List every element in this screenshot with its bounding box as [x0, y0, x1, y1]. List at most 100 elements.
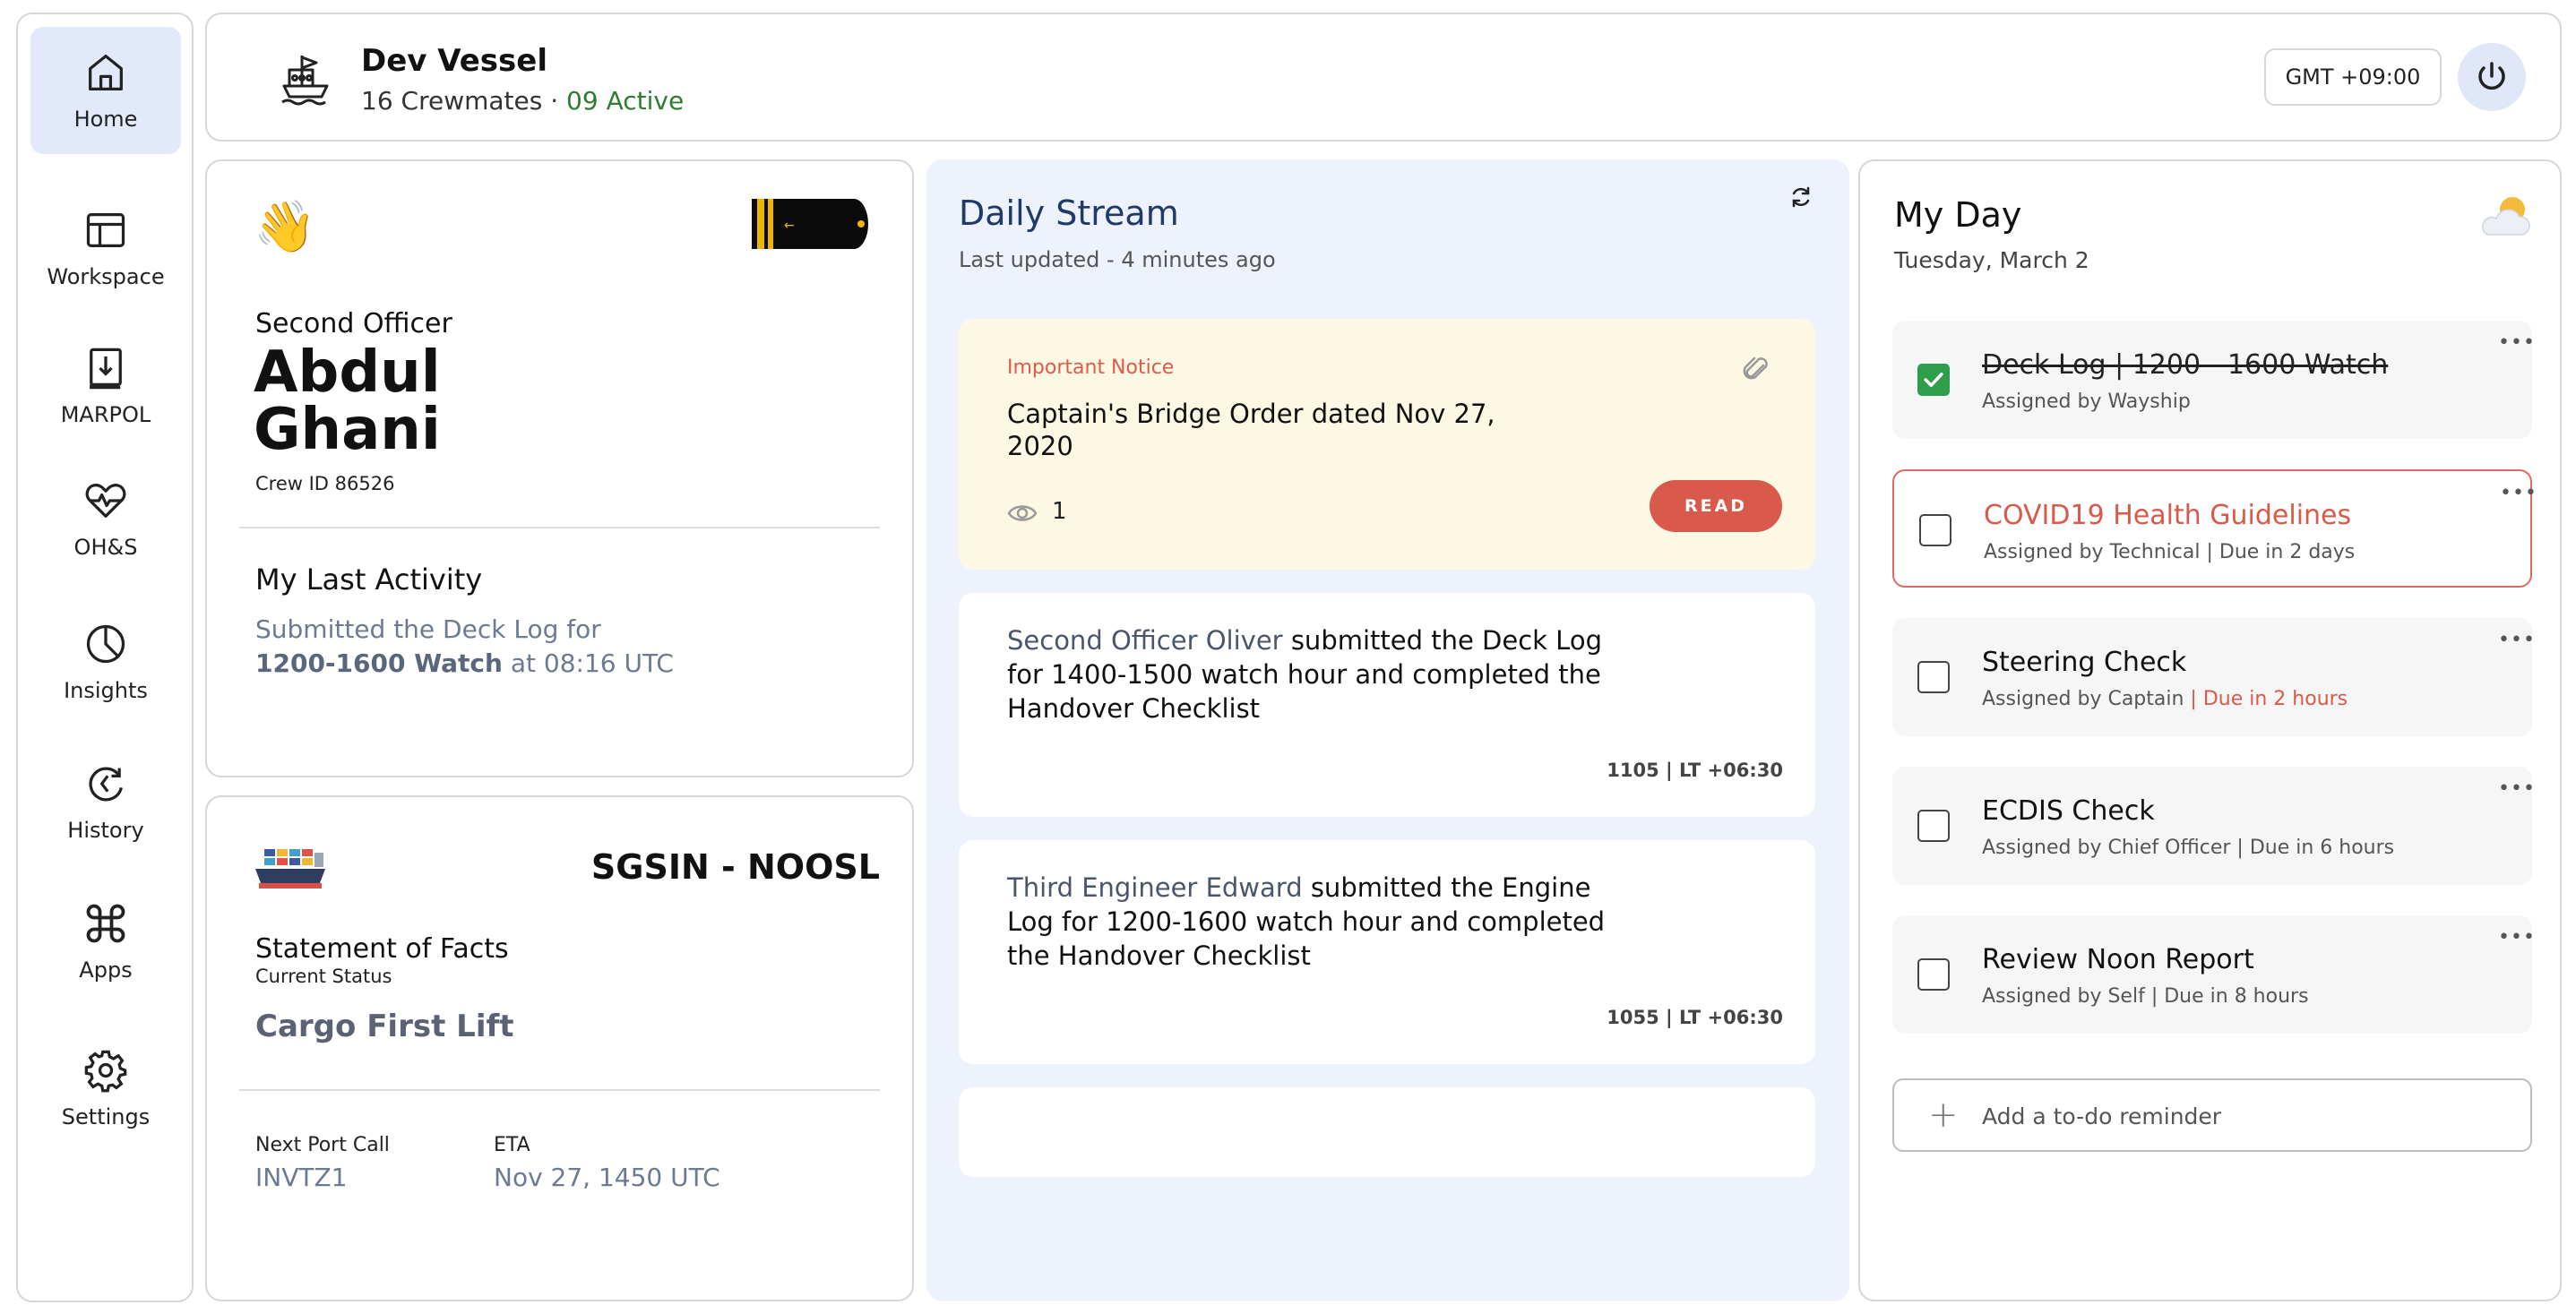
my-day-panel: My Day Tuesday, March 2 Deck Log | 1200 … — [1858, 159, 2562, 1301]
wave-emoji: 👋 — [254, 198, 316, 256]
history-icon — [89, 767, 123, 802]
gear-icon — [84, 1050, 127, 1093]
task-assigned: Assigned by Captain — [1982, 688, 2184, 710]
activity-actor: Second Officer Oliver — [1007, 625, 1283, 656]
sidebar-item-label: History — [67, 818, 144, 843]
ship-icon — [281, 56, 329, 106]
command-icon — [86, 904, 125, 943]
activity-text: Third Engineer Edward submitted the Engi… — [1007, 871, 1625, 973]
rank-epaulette-icon: ← — [752, 199, 868, 249]
attachment-icon[interactable] — [1740, 353, 1772, 385]
task-item[interactable]: Steering Check Assigned by Captain | Due… — [1892, 618, 2535, 736]
crew-summary: 16 Crewmates · 09 Active — [361, 86, 684, 116]
partly-cloudy-icon — [2482, 197, 2530, 236]
notice-label: Important Notice — [1007, 356, 1175, 379]
task-subtitle: Assigned by Captain | Due in 2 hours — [1982, 688, 2348, 710]
active-count: 09 Active — [566, 86, 685, 116]
current-status: Cargo First Lift — [255, 1009, 514, 1044]
stream-updated: Last updated - 4 minutes ago — [959, 247, 1276, 272]
top-header: Dev Vessel 16 Crewmates · 09 Active GMT … — [205, 13, 2562, 142]
sidebar-item-marpol[interactable]: MARPOL — [30, 322, 181, 450]
activity-card-empty — [959, 1087, 1815, 1177]
sidebar-item-settings[interactable]: Settings — [30, 1025, 181, 1152]
activity-time: 1055 | LT +06:30 — [1607, 1007, 1783, 1028]
sidebar-item-apps[interactable]: Apps — [30, 878, 181, 1005]
activity-text: Second Officer Oliver submitted the Deck… — [1007, 623, 1625, 725]
power-button[interactable] — [2458, 43, 2526, 111]
task-assigned: Assigned by Chief Officer — [1982, 837, 2231, 859]
eta-value: Nov 27, 1450 UTC — [494, 1163, 720, 1192]
refresh-icon[interactable] — [1787, 183, 1815, 211]
notice-text: Captain's Bridge Order dated Nov 27, 202… — [1007, 399, 1495, 461]
task-title: Steering Check — [1982, 647, 2187, 678]
svg-text:←: ← — [784, 219, 795, 233]
more-options-icon[interactable]: ••• — [2498, 333, 2536, 353]
activity-time: 1105 | LT +06:30 — [1607, 760, 1783, 781]
task-item[interactable]: Deck Log | 1200 - 1600 Watch Assigned by… — [1892, 321, 2535, 439]
task-item[interactable]: ECDIS Check Assigned by Chief Officer | … — [1892, 767, 2535, 885]
task-title: COVID19 Health Guidelines — [1984, 500, 2352, 531]
task-assigned: Assigned by Self — [1982, 985, 2145, 1008]
sidebar-item-ohs[interactable]: OH&S — [30, 455, 181, 582]
sidebar-item-label: MARPOL — [60, 402, 151, 427]
home-icon — [89, 54, 123, 91]
activity-prefix: Submitted the Deck Log for — [255, 614, 601, 644]
task-item[interactable]: COVID19 Health Guidelines Assigned by Te… — [1892, 469, 2537, 588]
more-options-icon[interactable]: ••• — [2500, 484, 2537, 503]
last-activity-title: My Last Activity — [255, 562, 483, 597]
officer-name: Abdul Ghani — [254, 344, 441, 459]
stream-title: Daily Stream — [959, 193, 1179, 233]
first-name: Abdul — [254, 339, 441, 406]
activity-card[interactable]: Third Engineer Edward submitted the Engi… — [959, 840, 1815, 1064]
task-title: Deck Log | 1200 - 1600 Watch — [1982, 349, 2389, 381]
task-subtitle: Assigned by Technical | Due in 2 days — [1984, 541, 2355, 563]
add-todo-field[interactable]: + — [1892, 1078, 2532, 1152]
read-button[interactable]: READ — [1650, 480, 1782, 532]
task-checkbox[interactable] — [1919, 514, 1951, 546]
sidebar-item-history[interactable]: History — [30, 738, 181, 865]
next-port-value: INVTZ1 — [255, 1163, 348, 1192]
task-title: ECDIS Check — [1982, 795, 2155, 827]
divider — [239, 527, 880, 528]
cargo-ship-icon — [255, 849, 325, 889]
activity-actor: Third Engineer Edward — [1007, 872, 1303, 903]
my-day-date: Tuesday, March 2 — [1894, 247, 2089, 273]
activity-card[interactable]: Second Officer Oliver submitted the Deck… — [959, 593, 1815, 817]
next-port-label: Next Port Call — [255, 1134, 390, 1156]
task-checkbox[interactable] — [1917, 661, 1950, 693]
sidebar-item-insights[interactable]: Insights — [30, 598, 181, 725]
task-item[interactable]: Review Noon Report Assigned by Self | Du… — [1892, 915, 2535, 1034]
task-assigned: Assigned by Technical — [1984, 541, 2201, 563]
crew-id: Crew ID 86526 — [255, 473, 395, 494]
more-options-icon[interactable]: ••• — [2498, 631, 2536, 650]
last-activity-text: Submitted the Deck Log for 1200-1600 Wat… — [255, 613, 757, 681]
last-name: Ghani — [254, 397, 441, 463]
sidebar-item-label: Home — [73, 107, 138, 132]
profile-card: 👋 ← Second Officer Abdul Ghani Crew ID 8… — [205, 159, 914, 777]
my-day-title: My Day — [1894, 195, 2022, 235]
task-checkbox[interactable] — [1917, 958, 1950, 991]
daily-stream: Daily Stream Last updated - 4 minutes ag… — [926, 159, 1849, 1301]
more-options-icon[interactable]: ••• — [2498, 928, 2536, 948]
timezone-button[interactable]: GMT +09:00 — [2264, 48, 2442, 106]
sidebar-item-home[interactable]: Home — [30, 27, 181, 154]
sidebar-item-workspace[interactable]: Workspace — [30, 185, 181, 312]
vessel-name: Dev Vessel — [361, 43, 547, 79]
sidebar-item-label: Settings — [61, 1104, 151, 1129]
heart-pulse-icon — [85, 484, 126, 518]
important-notice-card[interactable]: Important Notice Captain's Bridge Order … — [959, 319, 1815, 570]
sidebar-item-label: OH&S — [73, 535, 138, 560]
activity-watch: 1200-1600 Watch — [255, 648, 503, 678]
task-checkbox[interactable] — [1917, 810, 1950, 842]
workspace-icon — [86, 213, 125, 247]
sof-title: Statement of Facts — [255, 933, 509, 965]
task-subtitle: Assigned by Wayship — [1982, 391, 2191, 413]
task-title: Review Noon Report — [1982, 944, 2254, 975]
view-count: 1 — [1052, 498, 1067, 525]
add-todo-input[interactable] — [1982, 1098, 2502, 1134]
sidebar-item-label: Insights — [64, 678, 148, 703]
separator: · — [542, 86, 567, 116]
task-assigned: Assigned by Wayship — [1982, 391, 2191, 413]
task-checkbox[interactable] — [1917, 364, 1950, 396]
more-options-icon[interactable]: ••• — [2498, 779, 2536, 799]
